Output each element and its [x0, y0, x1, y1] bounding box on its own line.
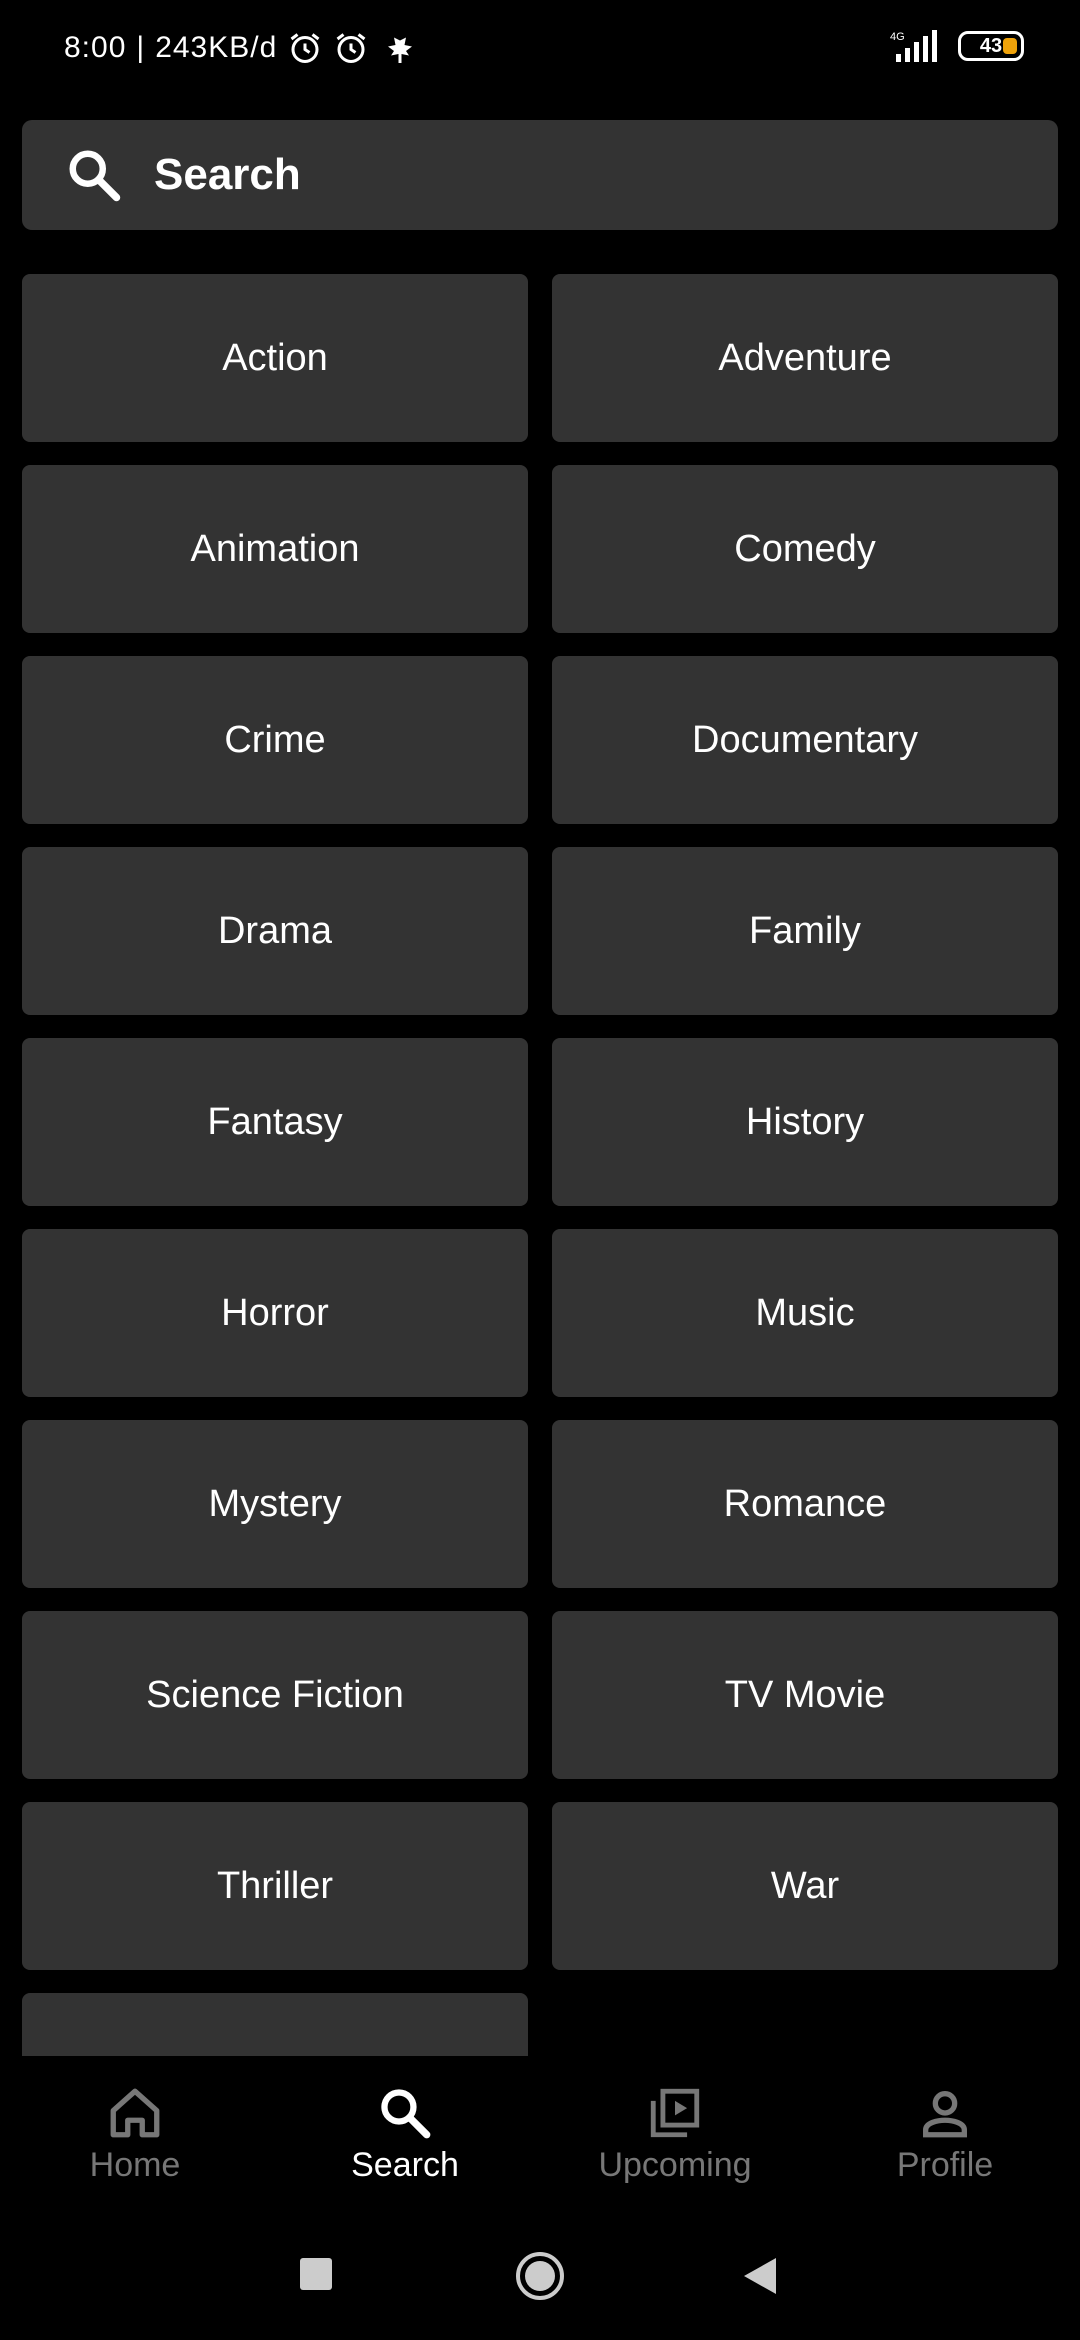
home-icon: [110, 2088, 160, 2138]
genre-tile-adventure[interactable]: Adventure: [552, 274, 1058, 442]
status-time: 8:00: [64, 31, 127, 64]
genre-tile-action[interactable]: Action: [22, 274, 528, 442]
recents-button[interactable]: [298, 2256, 334, 2292]
battery-level: 43: [979, 34, 1003, 57]
status-divider: |: [136, 31, 146, 64]
genre-tile-family[interactable]: Family: [552, 847, 1058, 1015]
nav-profile[interactable]: Profile: [810, 2056, 1080, 2216]
nav-home-label: Home: [89, 2146, 181, 2184]
genre-tile-fantasy[interactable]: Fantasy: [22, 1038, 528, 1206]
leaf-icon: [388, 33, 413, 63]
status-left: 8:00 | 243KB/d: [64, 26, 415, 70]
home-button[interactable]: [514, 2250, 566, 2302]
bottom-navigation: Home Search Upcoming Profile: [0, 2056, 1080, 2216]
search-icon: [69, 150, 121, 202]
signal-icon: 4G: [890, 30, 937, 62]
system-navigation: [0, 2216, 1080, 2340]
alarm-icon: [290, 33, 320, 63]
genre-tile-tv-movie[interactable]: TV Movie: [552, 1611, 1058, 1779]
genre-tile-documentary[interactable]: Documentary: [552, 656, 1058, 824]
person-icon: [923, 2091, 967, 2138]
search-bar[interactable]: [22, 120, 1058, 230]
nav-profile-label: Profile: [896, 2146, 994, 2184]
genre-tile-science-fiction[interactable]: Science Fiction: [22, 1611, 528, 1779]
video-library-icon: [650, 2088, 700, 2138]
genre-tile-war[interactable]: War: [552, 1802, 1058, 1970]
alarm-clock-icon: [336, 33, 366, 63]
genre-tile-comedy[interactable]: Comedy: [552, 465, 1058, 633]
status-bar: 8:00 | 243KB/d 4G 43: [0, 0, 1080, 96]
back-button[interactable]: [742, 2256, 778, 2296]
genre-tile-mystery[interactable]: Mystery: [22, 1420, 528, 1588]
status-right: 4G 43: [888, 24, 1024, 68]
genre-tile-crime[interactable]: Crime: [22, 656, 528, 824]
search-input[interactable]: [152, 149, 1006, 201]
genre-tile-drama[interactable]: Drama: [22, 847, 528, 1015]
genre-tile-thriller[interactable]: Thriller: [22, 1802, 528, 1970]
genre-tile-romance[interactable]: Romance: [552, 1420, 1058, 1588]
nav-upcoming[interactable]: Upcoming: [540, 2056, 810, 2216]
nav-search-label: Search: [351, 2146, 459, 2184]
genre-tile-music[interactable]: Music: [552, 1229, 1058, 1397]
genre-tile-animation[interactable]: Animation: [22, 465, 528, 633]
battery-icon: 43: [958, 31, 1024, 61]
nav-search[interactable]: Search: [270, 2056, 540, 2216]
search-icon: [381, 2089, 431, 2139]
genre-tile-history[interactable]: History: [552, 1038, 1058, 1206]
genre-tile-horror[interactable]: Horror: [22, 1229, 528, 1397]
status-net-speed: 243KB/d: [155, 31, 278, 64]
svg-text:4G: 4G: [890, 31, 905, 43]
nav-upcoming-label: Upcoming: [598, 2146, 752, 2184]
nav-home[interactable]: Home: [0, 2056, 270, 2216]
